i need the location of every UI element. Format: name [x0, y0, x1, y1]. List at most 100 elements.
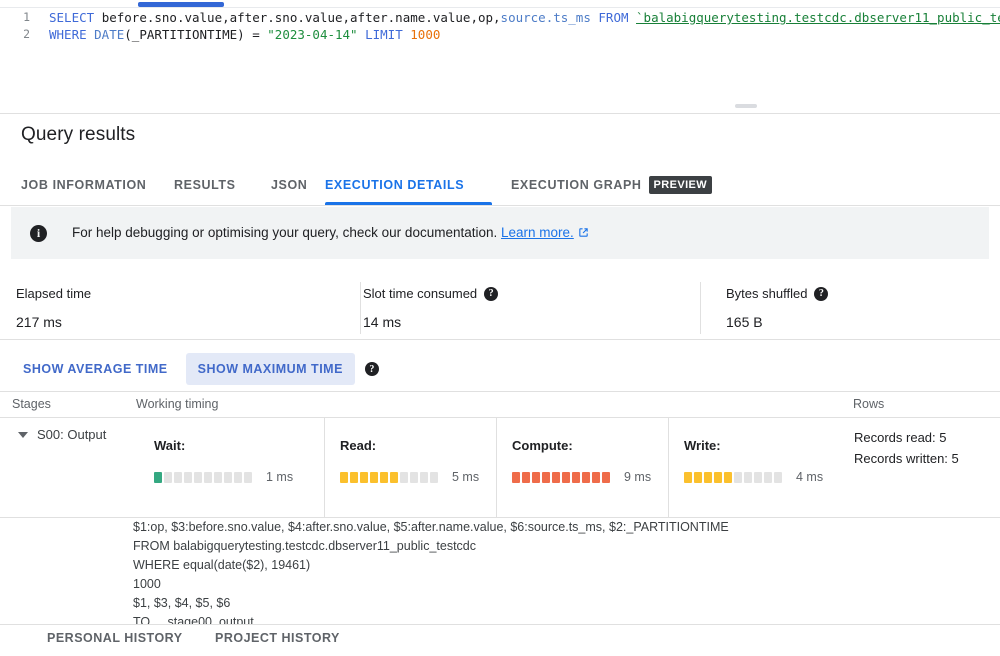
history-tab-project-history[interactable]: PROJECT HISTORY	[215, 631, 340, 645]
help-icon[interactable]: ?	[814, 286, 829, 301]
timing-bar-row: 4 ms	[684, 470, 845, 484]
preview-badge: PREVIEW	[648, 176, 713, 194]
code-token: WHERE	[49, 27, 95, 42]
learn-more-link[interactable]: Learn more.	[501, 225, 574, 240]
show-maximum-time-button[interactable]: SHOW MAXIMUM TIME	[185, 353, 355, 385]
rows-metric: Records read: 5	[854, 430, 947, 445]
tab-execution-graph[interactable]: EXECUTION GRAPH PREVIEW	[511, 164, 713, 206]
timing-segment	[512, 471, 520, 483]
timing-segment	[704, 471, 712, 483]
history-tab-personal-history[interactable]: PERSONAL HISTORY	[47, 631, 183, 645]
column-header-rows: Rows	[853, 397, 885, 411]
time-mode-help-icon[interactable]: ?	[364, 362, 379, 376]
results-title: Query results	[21, 124, 136, 145]
tab-label: EXECUTION GRAPH	[511, 178, 642, 192]
timing-segment	[774, 471, 782, 483]
chevron-down-icon[interactable]	[18, 431, 28, 438]
timing-segment	[552, 471, 560, 483]
timing-segment	[602, 471, 610, 483]
timing-value: 9 ms	[624, 470, 652, 484]
code-token: LIMIT	[365, 27, 411, 42]
results-tabbar[interactable]: JOB INFORMATION RESULTS JSON EXECUTION DETA…	[0, 164, 1000, 206]
stat-divider	[700, 282, 701, 334]
timing-segment	[184, 471, 192, 483]
timing-segment	[764, 471, 772, 483]
sql-code-lines[interactable]: 1 SELECT before.sno.value,after.sno.value…	[9, 9, 1000, 43]
timing-bar-row: 5 ms	[340, 470, 496, 484]
code-token: 1000	[410, 27, 441, 42]
plan-detail-text: $1:op, $3:before.sno.value, $4:after.sno…	[133, 520, 729, 629]
column-header-stages: Stages	[12, 397, 51, 411]
timing-segment	[204, 471, 212, 483]
timing-segment	[390, 471, 398, 483]
timing-value: 5 ms	[452, 470, 480, 484]
timing-wait: Wait: 1 ms	[139, 418, 324, 518]
tab-label: JOB INFORMATION	[21, 178, 147, 192]
code-token: FROM	[598, 10, 637, 25]
code-line[interactable]: 2 WHERE DATE(_PARTITIONTIME) = "2023-04-1…	[9, 26, 1000, 43]
line-number: 2	[23, 27, 30, 41]
timing-segment	[592, 471, 600, 483]
timing-bar	[684, 471, 782, 483]
code-text[interactable]: WHERE DATE(_PARTITIONTIME) = "2023-04-14…	[36, 26, 440, 43]
timing-segment	[224, 471, 232, 483]
tab-job-information[interactable]: JOB INFORMATION	[21, 164, 146, 206]
history-bar[interactable]: PERSONAL HISTORY PROJECT HISTORY	[0, 624, 1000, 656]
timing-segment	[420, 471, 428, 483]
timing-bar	[340, 471, 438, 483]
timing-segment	[430, 471, 438, 483]
show-average-time-button[interactable]: SHOW AVERAGE TIME	[11, 353, 180, 385]
query-stats-row: Elapsed time 217 ms Slot time consumed? 14 …	[0, 274, 1000, 352]
tab-results[interactable]: RESULTS	[174, 164, 236, 206]
timing-segment	[360, 471, 368, 483]
tab-json[interactable]: JSON	[271, 164, 307, 206]
timing-segment	[340, 471, 348, 483]
timing-read: Read: 5 ms	[324, 418, 496, 518]
code-line[interactable]: 1 SELECT before.sno.value,after.sno.value…	[9, 9, 1000, 26]
stat-divider	[360, 282, 361, 334]
tab-label: EXECUTION DETAILS	[325, 178, 465, 192]
table-row[interactable]: S00: Output Wait: 1 ms Read: 5 ms Compute: 9 …	[0, 417, 1000, 518]
external-link-icon	[578, 226, 589, 241]
stat-bytes-shuffled: Bytes shuffled? 165 B	[726, 274, 829, 352]
panel-splitter-handle[interactable]	[735, 104, 757, 108]
timing-segment	[410, 471, 418, 483]
timing-label: Write:	[684, 438, 721, 453]
timing-write: Write: 4 ms	[668, 418, 845, 518]
code-token: source.ts_ms	[500, 10, 591, 25]
timing-label: Wait:	[154, 438, 186, 453]
time-mode-toggle[interactable]: SHOW AVERAGE TIME SHOW MAXIMUM TIME ?	[0, 349, 1000, 389]
timing-bar	[154, 471, 252, 483]
timing-segment	[542, 471, 550, 483]
help-icon[interactable]: ?	[484, 286, 499, 301]
timing-segment	[562, 471, 570, 483]
code-text[interactable]: SELECT before.sno.value,after.sno.value,…	[36, 9, 1000, 26]
stats-divider	[0, 339, 1000, 340]
timing-segment	[164, 471, 172, 483]
rows-metric: Records written: 5	[854, 451, 959, 466]
timing-segment	[400, 471, 408, 483]
stat-label: Slot time consumed?	[363, 286, 499, 301]
stat-elapsed-time: Elapsed time 217 ms	[16, 274, 91, 352]
stat-value: 165 B	[726, 314, 763, 330]
timing-segment	[582, 471, 590, 483]
timing-segment	[244, 471, 252, 483]
stage-name-cell[interactable]: S00: Output	[18, 427, 106, 442]
tab-active-underline	[325, 202, 492, 205]
rows-cell: Records read: 5 Records written: 5	[854, 427, 959, 469]
bigquery-execution-details-page: 1 SELECT before.sno.value,after.sno.value…	[0, 0, 1000, 656]
timing-segment	[370, 471, 378, 483]
info-banner: i For help debugging or optimising your …	[11, 207, 989, 259]
tab-label: JSON	[271, 178, 308, 192]
tab-execution-details[interactable]: EXECUTION DETAILS	[325, 164, 464, 206]
info-banner-text: For help debugging or optimising your qu…	[72, 225, 589, 241]
timing-bar-row: 1 ms	[154, 470, 324, 484]
code-token: "2023-04-14"	[267, 27, 358, 42]
stat-label: Bytes shuffled?	[726, 286, 829, 301]
sql-editor[interactable]: 1 SELECT before.sno.value,after.sno.value…	[0, 9, 1000, 97]
timing-value: 1 ms	[266, 470, 294, 484]
code-token: before.sno.value,after.sno.value,after.n…	[101, 10, 501, 25]
timing-segment	[724, 471, 732, 483]
code-token: SELECT	[49, 10, 102, 25]
